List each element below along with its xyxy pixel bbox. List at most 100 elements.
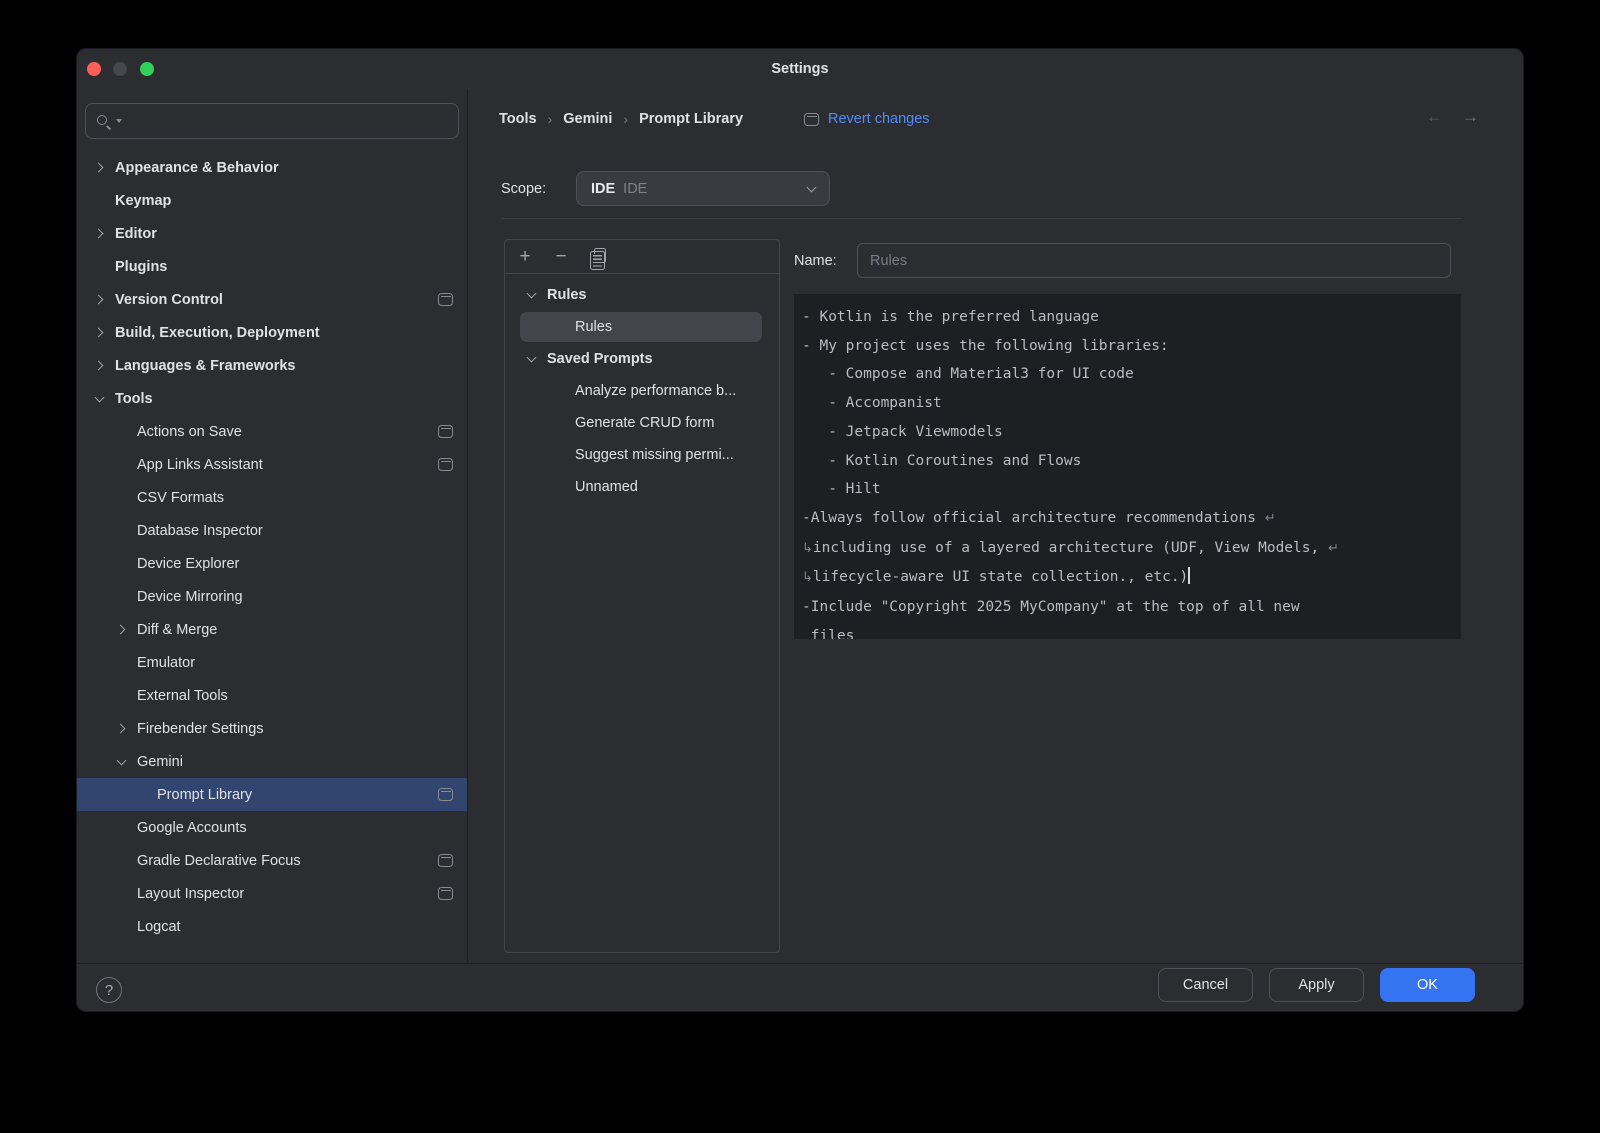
- ide-settings-icon: [804, 113, 819, 126]
- sidebar-item-database-inspector[interactable]: Database Inspector: [77, 514, 467, 547]
- sidebar-item-device-mirroring[interactable]: Device Mirroring: [77, 580, 467, 613]
- sidebar-item-firebender-settings[interactable]: Firebender Settings: [77, 712, 467, 745]
- chevron-glyph: [93, 295, 103, 305]
- prompt-tree: RulesRules Saved Prompts Analyze performan…: [505, 279, 779, 503]
- sidebar-item-languages-frameworks[interactable]: Languages & Frameworks: [77, 349, 467, 382]
- chevron-right-icon[interactable]: [87, 362, 111, 369]
- chevron-down-icon[interactable]: [519, 293, 543, 297]
- settings-search-input[interactable]: [126, 112, 448, 130]
- prompt-item-rules[interactable]: Rules: [505, 311, 779, 343]
- prompt-item-suggest-missing-permi[interactable]: Suggest missing permi...: [505, 439, 779, 471]
- sidebar-item-label: Database Inspector: [137, 523, 263, 539]
- chevron-glyph: [93, 328, 103, 338]
- prompt-item-unnamed[interactable]: Unnamed: [505, 471, 779, 503]
- chevron-right-icon[interactable]: [87, 164, 111, 171]
- chevron-glyph: [116, 755, 126, 765]
- help-button[interactable]: ?: [96, 977, 122, 1003]
- dialog-footer: ? Cancel Apply OK: [77, 963, 1523, 1012]
- settings-window: Settings Appearance & Behavior Keymap Edit…: [76, 48, 1524, 1012]
- editor-line: - Accompanist: [802, 389, 1453, 418]
- chevron-down-icon[interactable]: [109, 760, 133, 764]
- breadcrumb-separator: ›: [623, 111, 628, 127]
- editor-line-text: - Compose and Material3 for UI code: [802, 366, 1134, 382]
- ide-settings-icon: [438, 887, 453, 900]
- sidebar-item-editor[interactable]: Editor: [77, 217, 467, 250]
- ide-settings-icon: [438, 788, 453, 801]
- sidebar-item-label: Device Mirroring: [137, 589, 243, 605]
- settings-search-box[interactable]: [85, 103, 459, 139]
- remove-prompt-button[interactable]: −: [549, 245, 573, 269]
- sidebar-item-external-tools[interactable]: External Tools: [77, 679, 467, 712]
- sidebar-item-emulator[interactable]: Emulator: [77, 646, 467, 679]
- add-prompt-button[interactable]: +: [513, 245, 537, 269]
- back-arrow-icon[interactable]: ←: [1426, 107, 1443, 127]
- sidebar-item-tools[interactable]: Tools: [77, 382, 467, 415]
- chevron-glyph: [93, 361, 103, 371]
- breadcrumb-separator: ›: [548, 111, 553, 127]
- sidebar-item-diff-merge[interactable]: Diff & Merge: [77, 613, 467, 646]
- apply-button[interactable]: Apply: [1269, 968, 1364, 1002]
- sidebar-item-label: Diff & Merge: [137, 622, 217, 638]
- prompt-name-input[interactable]: [857, 243, 1451, 278]
- prompt-group-label: Saved Prompts: [547, 351, 653, 367]
- breadcrumb-gemini[interactable]: Gemini: [563, 111, 612, 127]
- chevron-right-icon[interactable]: [87, 329, 111, 336]
- sidebar-item-prompt-library[interactable]: Prompt Library: [77, 778, 467, 811]
- editor-line-text: - Kotlin is the preferred language: [802, 309, 1099, 325]
- sidebar-item-label: Editor: [115, 226, 157, 242]
- sidebar-item-gemini[interactable]: Gemini: [77, 745, 467, 778]
- sidebar-item-label: Firebender Settings: [137, 721, 264, 737]
- sidebar-item-label: Gradle Declarative Focus: [137, 853, 301, 869]
- sidebar-item-appearance-behavior[interactable]: Appearance & Behavior: [77, 151, 467, 184]
- prompt-item-generate-crud-form[interactable]: Generate CRUD form: [505, 407, 779, 439]
- chevron-glyph: [526, 289, 536, 299]
- sidebar-item-layout-inspector[interactable]: Layout Inspector: [77, 877, 467, 910]
- sidebar-item-actions-on-save[interactable]: Actions on Save: [77, 415, 467, 448]
- window-title: Settings: [77, 49, 1523, 89]
- header-divider: [501, 218, 1461, 219]
- titlebar[interactable]: Settings: [77, 49, 1523, 89]
- revert-changes-link[interactable]: Revert changes: [828, 111, 930, 127]
- chevron-right-icon[interactable]: [109, 626, 133, 633]
- chevron-down-icon[interactable]: [87, 397, 111, 401]
- sidebar-item-logcat[interactable]: Logcat: [77, 910, 467, 943]
- sidebar-item-build-execution-deployment[interactable]: Build, Execution, Deployment: [77, 316, 467, 349]
- name-row: Name:: [794, 243, 837, 278]
- cancel-button[interactable]: Cancel: [1158, 968, 1253, 1002]
- sidebar-item-label: Appearance & Behavior: [115, 160, 279, 176]
- sidebar-item-label: Prompt Library: [157, 787, 252, 803]
- breadcrumb-tools[interactable]: Tools: [499, 111, 537, 127]
- sidebar-item-app-links-assistant[interactable]: App Links Assistant: [77, 448, 467, 481]
- duplicate-prompt-button[interactable]: [585, 245, 609, 269]
- sidebar-item-device-explorer[interactable]: Device Explorer: [77, 547, 467, 580]
- sidebar-item-gradle-declarative-focus[interactable]: Gradle Declarative Focus: [77, 844, 467, 877]
- chevron-down-icon[interactable]: [519, 357, 543, 361]
- scope-dropdown[interactable]: IDE IDE: [576, 171, 830, 206]
- sidebar-item-label: Plugins: [115, 259, 167, 275]
- sidebar-item-plugins[interactable]: Plugins: [77, 250, 467, 283]
- scope-row: Scope:: [501, 171, 546, 206]
- sidebar-item-csv-formats[interactable]: CSV Formats: [77, 481, 467, 514]
- sidebar-item-label: Languages & Frameworks: [115, 358, 296, 374]
- revert-changes[interactable]: Revert changes: [804, 105, 930, 133]
- scope-value: IDE: [591, 181, 615, 197]
- ok-button[interactable]: OK: [1380, 968, 1475, 1002]
- search-options-caret-icon[interactable]: [116, 119, 122, 123]
- prompt-group-saved-prompts[interactable]: Saved Prompts: [505, 343, 779, 375]
- prompt-editor[interactable]: - Kotlin is the preferred language- My p…: [794, 294, 1461, 639]
- forward-arrow-icon[interactable]: →: [1462, 107, 1479, 127]
- chevron-right-icon[interactable]: [87, 296, 111, 303]
- chevron-right-icon[interactable]: [109, 725, 133, 732]
- sidebar-item-google-accounts[interactable]: Google Accounts: [77, 811, 467, 844]
- prompt-item-analyze-performance-b[interactable]: Analyze performance b...: [505, 375, 779, 407]
- sidebar-item-label: Logcat: [137, 919, 181, 935]
- ide-settings-icon: [438, 425, 453, 438]
- breadcrumb-prompt-library[interactable]: Prompt Library: [639, 111, 743, 127]
- chevron-right-icon[interactable]: [87, 230, 111, 237]
- soft-wrap-start-icon: ↳: [802, 541, 813, 556]
- sidebar-item-label: Gemini: [137, 754, 183, 770]
- sidebar-item-version-control[interactable]: Version Control: [77, 283, 467, 316]
- prompt-group-rules[interactable]: Rules: [505, 279, 779, 311]
- editor-line: ↳lifecycle-aware UI state collection., e…: [802, 563, 1453, 593]
- sidebar-item-keymap[interactable]: Keymap: [77, 184, 467, 217]
